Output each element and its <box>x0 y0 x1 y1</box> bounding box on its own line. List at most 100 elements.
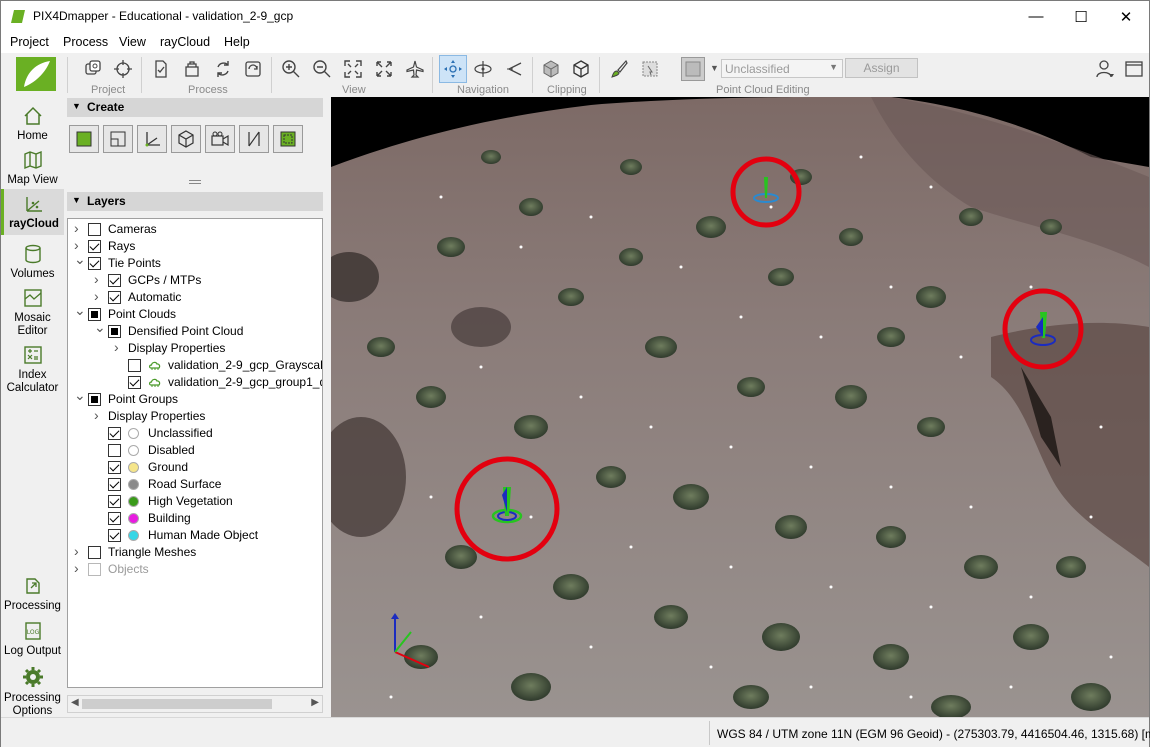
menu-raycloud[interactable]: rayCloud <box>160 35 210 49</box>
layer-checkbox[interactable] <box>108 291 121 304</box>
layer-row[interactable]: › Display Properties <box>68 407 322 425</box>
scroll-right-icon[interactable]: ▶ <box>311 697 319 708</box>
menu-help[interactable]: Help <box>224 35 250 49</box>
layer-checkbox[interactable] <box>88 546 101 559</box>
layer-row[interactable]: High Vegetation <box>68 493 322 510</box>
menu-project[interactable]: Project <box>10 35 49 49</box>
chevron-down-icon[interactable]: ⌄ <box>74 387 86 404</box>
layer-row[interactable]: Unclassified <box>68 425 322 442</box>
nav-processing[interactable]: Processing <box>1 575 64 613</box>
swatch-dropdown-icon[interactable]: ▼ <box>710 63 719 73</box>
chevron-right-icon[interactable]: › <box>74 543 84 559</box>
layer-row[interactable]: validation_2-9_gcp_Grayscale <box>68 357 322 374</box>
layer-row[interactable]: › Triangle Meshes <box>68 543 322 561</box>
process-reoptimize-icon[interactable] <box>241 57 265 81</box>
nav-processing-options[interactable]: Processing Options <box>1 665 64 718</box>
panel-splitter[interactable] <box>189 180 201 184</box>
minimize-button[interactable]: — <box>1013 1 1059 32</box>
process-stack-icon[interactable] <box>180 57 204 81</box>
user-icon[interactable] <box>1093 57 1117 81</box>
layer-row[interactable]: › GCPs / MTPs <box>68 271 322 289</box>
navigation-standard-icon[interactable] <box>439 55 467 83</box>
navigation-camera-icon[interactable] <box>502 57 526 81</box>
scrollbar-thumb[interactable] <box>82 699 272 709</box>
nav-mosaic-editor[interactable]: Mosaic Editor <box>1 287 64 338</box>
assign-button[interactable]: Assign <box>845 58 918 78</box>
layer-row[interactable]: › Rays <box>68 237 322 255</box>
nav-map-view[interactable]: Map View <box>1 149 64 187</box>
layer-checkbox[interactable] <box>108 444 121 457</box>
brush-select-icon[interactable] <box>607 57 631 81</box>
layer-checkbox[interactable] <box>128 359 141 372</box>
layer-row[interactable]: Disabled <box>68 442 322 459</box>
nav-log-output[interactable]: LOG Log Output <box>1 620 64 658</box>
process-check-icon[interactable] <box>149 57 173 81</box>
layer-checkbox[interactable] <box>88 563 101 576</box>
layer-row[interactable]: ⌄ Densified Point Cloud <box>68 319 322 340</box>
layer-row[interactable]: › Cameras <box>68 220 322 238</box>
layer-row[interactable]: Building <box>68 510 322 527</box>
layer-checkbox[interactable] <box>108 512 121 525</box>
project-open-icon[interactable] <box>81 57 105 81</box>
create-video-button[interactable] <box>205 125 235 153</box>
layer-row[interactable]: › Display Properties <box>68 339 322 357</box>
clipping-edit-icon[interactable] <box>569 57 593 81</box>
nav-home[interactable]: Home <box>1 105 64 143</box>
chevron-right-icon[interactable]: › <box>114 339 124 355</box>
layer-checkbox[interactable] <box>108 325 121 338</box>
chevron-down-icon[interactable]: ⌄ <box>74 302 86 319</box>
zoom-extents-icon[interactable] <box>341 57 365 81</box>
layer-checkbox[interactable] <box>88 240 101 253</box>
layer-row[interactable]: Road Surface <box>68 476 322 493</box>
chevron-down-icon[interactable]: ⌄ <box>74 251 86 268</box>
layer-checkbox[interactable] <box>88 393 101 406</box>
navigation-orbit-icon[interactable] <box>471 57 495 81</box>
target-icon[interactable] <box>111 57 135 81</box>
layer-row[interactable]: Ground <box>68 459 322 476</box>
menu-process[interactable]: Process <box>63 35 108 49</box>
layer-checkbox[interactable] <box>128 376 141 389</box>
close-button[interactable]: ✕ <box>1103 1 1149 32</box>
layer-row[interactable]: Human Made Object <box>68 527 322 544</box>
layer-checkbox[interactable] <box>108 478 121 491</box>
fly-mode-icon[interactable] <box>403 57 427 81</box>
zoom-selection-icon[interactable] <box>372 57 396 81</box>
layer-row[interactable]: ⌄ Point Groups <box>68 387 322 408</box>
layer-checkbox[interactable] <box>108 461 121 474</box>
chevron-right-icon[interactable]: › <box>74 560 84 576</box>
nav-volumes[interactable]: Volumes <box>1 243 64 281</box>
chevron-right-icon[interactable]: › <box>94 271 104 287</box>
maximize-button[interactable]: ☐ <box>1058 1 1104 32</box>
layer-row[interactable]: › Objects <box>68 560 322 578</box>
layer-row[interactable]: ⌄ Tie Points <box>68 251 322 272</box>
process-refresh-icon[interactable] <box>211 57 235 81</box>
chevron-right-icon[interactable]: › <box>94 407 104 423</box>
chevron-right-icon[interactable]: › <box>74 220 84 236</box>
rect-select-icon[interactable] <box>638 57 662 81</box>
create-orientation-button[interactable] <box>137 125 167 153</box>
create-polyline-button[interactable] <box>103 125 133 153</box>
create-surface-button[interactable] <box>273 125 303 153</box>
layer-row[interactable]: ⌄ Point Clouds <box>68 302 322 323</box>
layer-row[interactable]: validation_2-9_gcp_group1_densified_poin… <box>68 374 322 391</box>
create-volume-button[interactable] <box>171 125 201 153</box>
layout-panel-icon[interactable] <box>1122 57 1146 81</box>
zoom-in-icon[interactable] <box>279 57 303 81</box>
layer-row[interactable]: › Automatic <box>68 288 322 306</box>
color-swatch-icon[interactable] <box>681 57 705 81</box>
layer-checkbox[interactable] <box>88 223 101 236</box>
layer-checkbox[interactable] <box>108 427 121 440</box>
scroll-left-icon[interactable]: ◀ <box>71 697 79 708</box>
menu-view[interactable]: View <box>119 35 146 49</box>
zoom-out-icon[interactable] <box>310 57 334 81</box>
layers-section-header[interactable]: ▼ Layers <box>67 192 323 211</box>
create-section-header[interactable]: ▼ Create <box>67 98 323 117</box>
chevron-right-icon[interactable]: › <box>94 288 104 304</box>
nav-raycloud[interactable]: rayCloud <box>1 189 64 235</box>
create-line-button[interactable] <box>239 125 269 153</box>
class-select[interactable]: Unclassified ▼ <box>721 59 843 78</box>
tree-horizontal-scrollbar[interactable]: ◀ ▶ <box>67 695 323 713</box>
chevron-down-icon[interactable]: ⌄ <box>94 319 106 336</box>
clipping-box-icon[interactable] <box>539 57 563 81</box>
nav-index-calculator[interactable]: Index Calculator <box>1 344 64 395</box>
